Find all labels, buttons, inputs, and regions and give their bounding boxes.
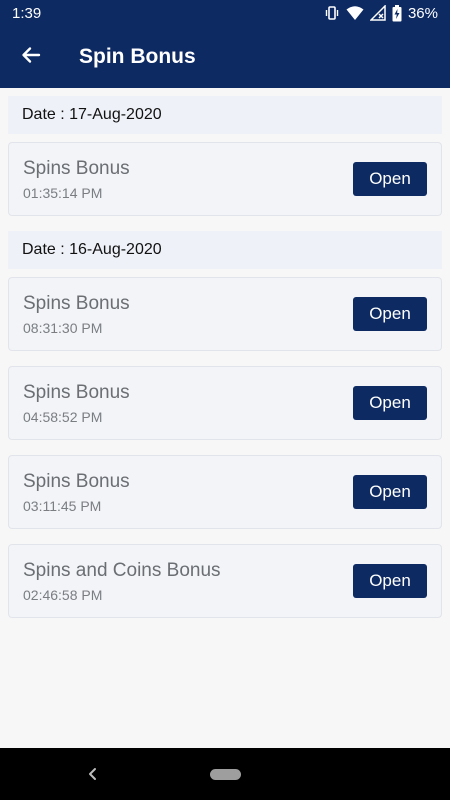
- page-title: Spin Bonus: [79, 45, 196, 68]
- vibrate-icon: [324, 5, 340, 21]
- date-header: Date : 16-Aug-2020: [8, 231, 442, 269]
- bonus-info: Spins Bonus 08:31:30 PM: [23, 293, 353, 336]
- open-button[interactable]: Open: [353, 386, 427, 420]
- bonus-name: Spins and Coins Bonus: [23, 559, 221, 581]
- open-button[interactable]: Open: [353, 475, 427, 509]
- open-button[interactable]: Open: [353, 162, 427, 196]
- open-button[interactable]: Open: [353, 297, 427, 331]
- status-icons: 36%: [324, 4, 438, 22]
- bonus-info: Spins Bonus 03:11:45 PM: [23, 471, 353, 514]
- bonus-time: 02:46:58 PM: [23, 586, 103, 603]
- bonus-card: Spins Bonus 01:35:14 PM Open: [8, 142, 442, 216]
- bonus-info: Spins Bonus 01:35:14 PM: [23, 158, 353, 201]
- bonus-info: Spins Bonus 04:58:52 PM: [23, 382, 353, 425]
- bonus-card: Spins and Coins Bonus 02:46:58 PM Open: [8, 544, 442, 618]
- date-label: Date : 16-Aug-2020: [22, 241, 162, 258]
- bonus-list[interactable]: Date : 17-Aug-2020 Spins Bonus 01:35:14 …: [0, 88, 450, 748]
- status-bar: 1:39 36%: [0, 0, 450, 26]
- bonus-time: 01:35:14 PM: [23, 184, 103, 201]
- nav-home-pill[interactable]: [210, 769, 241, 780]
- bonus-time: 03:11:45 PM: [23, 497, 102, 514]
- bonus-card: Spins Bonus 03:11:45 PM Open: [8, 455, 442, 529]
- bonus-name: Spins Bonus: [23, 381, 130, 403]
- bonus-info: Spins and Coins Bonus 02:46:58 PM: [23, 560, 353, 603]
- bonus-name: Spins Bonus: [23, 470, 130, 492]
- bonus-time: 04:58:52 PM: [23, 408, 103, 425]
- bonus-name: Spins Bonus: [23, 157, 130, 179]
- app-bar: Spin Bonus: [0, 26, 450, 88]
- battery-percent: 36%: [407, 4, 438, 22]
- bonus-time: 08:31:30 PM: [23, 319, 103, 336]
- battery-charging-icon: [392, 4, 402, 22]
- bonus-name: Spins Bonus: [23, 292, 130, 314]
- nav-back-icon[interactable]: [84, 764, 102, 784]
- bonus-card: Spins Bonus 08:31:30 PM Open: [8, 277, 442, 351]
- status-time: 1:39: [12, 4, 42, 22]
- system-nav-bar: [0, 748, 450, 800]
- open-button[interactable]: Open: [353, 564, 427, 598]
- date-label: Date : 17-Aug-2020: [22, 106, 162, 123]
- signal-icon: [369, 5, 386, 21]
- date-header: Date : 17-Aug-2020: [8, 96, 442, 134]
- arrow-left-icon: [21, 45, 41, 70]
- bonus-card: Spins Bonus 04:58:52 PM Open: [8, 366, 442, 440]
- wifi-icon: [346, 5, 364, 21]
- back-button[interactable]: [0, 26, 62, 88]
